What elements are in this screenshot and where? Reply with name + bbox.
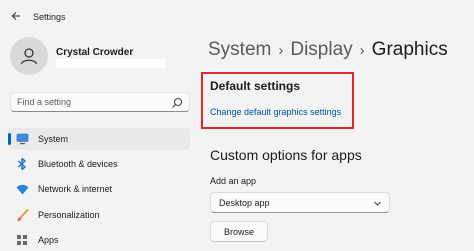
- monitor-icon: [15, 132, 29, 146]
- chevron-right-icon: ›: [359, 41, 365, 59]
- search-input[interactable]: [17, 97, 167, 107]
- page-title: Graphics: [371, 39, 448, 60]
- default-settings-title: Default settings: [210, 79, 301, 93]
- selection-indicator: [8, 133, 11, 145]
- sidebar-item-network[interactable]: Network & internet: [8, 178, 190, 200]
- sidebar-item-personalization[interactable]: Personalization: [8, 204, 190, 226]
- change-default-graphics-link[interactable]: Change default graphics settings: [210, 107, 341, 117]
- sidebar-item-label: Network & internet: [38, 184, 113, 194]
- search-box[interactable]: [10, 92, 190, 112]
- wifi-icon: [15, 182, 29, 196]
- sidebar-item-apps[interactable]: Apps: [8, 229, 190, 251]
- sidebar-item-label: Bluetooth & devices: [38, 159, 118, 169]
- avatar[interactable]: [10, 37, 48, 75]
- title-bar: Settings: [0, 0, 474, 32]
- custom-options-title: Custom options for apps: [210, 147, 362, 163]
- app-type-dropdown[interactable]: Desktop app: [210, 192, 390, 213]
- sidebar-item-label: Personalization: [38, 210, 100, 220]
- breadcrumb: System › Display › Graphics: [208, 36, 448, 64]
- chevron-down-icon: [374, 201, 381, 206]
- dropdown-value: Desktop app: [219, 197, 270, 208]
- apps-icon: [15, 233, 29, 247]
- app-title: Settings: [33, 12, 66, 22]
- search-icon: [172, 97, 183, 108]
- bluetooth-icon: [15, 157, 29, 171]
- user-name: Crystal Crowder: [56, 47, 134, 58]
- sidebar-item-system[interactable]: System: [8, 128, 190, 150]
- brush-icon: [15, 208, 29, 222]
- breadcrumb-system[interactable]: System: [208, 39, 271, 61]
- sidebar-item-label: System: [38, 134, 69, 144]
- sidebar-item-label: Apps: [38, 235, 59, 245]
- browse-button[interactable]: Browse: [210, 221, 268, 242]
- back-button[interactable]: [8, 8, 24, 24]
- chevron-right-icon: ›: [278, 41, 284, 59]
- breadcrumb-display[interactable]: Display: [290, 39, 352, 61]
- user-email-redacted: [56, 59, 165, 68]
- user-icon: [20, 48, 38, 65]
- sidebar-item-bluetooth[interactable]: Bluetooth & devices: [8, 153, 190, 175]
- add-app-label: Add an app: [210, 176, 257, 186]
- back-arrow-icon: [11, 12, 20, 20]
